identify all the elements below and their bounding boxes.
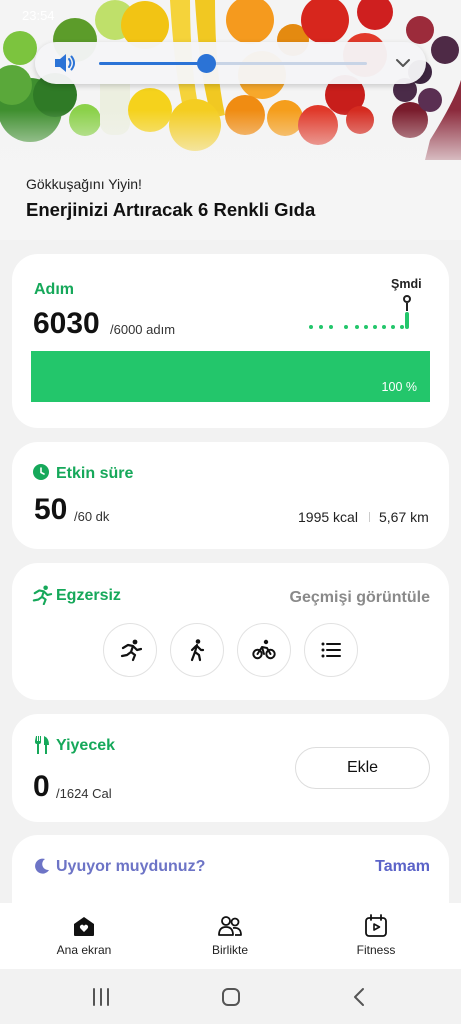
steps-progress-bar: 100 % [31,351,430,402]
moon-icon [35,858,49,874]
step-timeline-chart [309,312,409,329]
view-history-link[interactable]: Geçmişi görüntüle [290,589,430,607]
nav-fitness-label: Fitness [356,943,396,957]
nav-together-label: Birlikte [211,943,248,957]
speaker-icon[interactable] [53,52,77,74]
clock-icon [33,464,49,480]
running-icon [120,639,142,662]
active-time-card[interactable]: Etkin süre 50 /60 dk 1995 kcal 5,67 km [12,442,449,549]
ok-link[interactable]: Tamam [375,858,430,876]
food-goal: /1624 Cal [56,786,112,801]
system-navigation-bar [0,969,461,1024]
exercise-label: Egzersiz [56,587,121,604]
fork-knife-icon [35,736,49,754]
back-icon[interactable] [348,986,372,1008]
food-label: Yiyecek [56,737,116,754]
nav-home[interactable]: Ana ekran [24,913,144,957]
steps-card[interactable]: Adım 6030 /6000 adım Şmdi 100 % [12,254,449,428]
nav-fitness[interactable]: Fitness [316,913,436,957]
article-banner[interactable]: 23:54 Gökkuşağını Yiyin! Enerjinizi Artı… [0,0,461,240]
chevron-down-icon[interactable] [393,53,413,73]
volume-slider[interactable] [99,54,367,73]
steps-goal: /6000 adım [110,322,176,337]
active-time-goal: /60 dk [74,509,110,524]
now-label: Şmdi [391,277,422,291]
home-icon [74,917,94,936]
running-button[interactable] [103,623,157,677]
food-value: 0 [33,770,50,803]
recent-apps-icon[interactable] [89,986,113,1008]
volume-fill [99,62,207,65]
list-icon [321,642,341,658]
fitness-icon [365,914,387,937]
steps-label: Adım [34,281,74,298]
steps-value: 6030 [33,307,100,340]
distance-value: 5,67 km [379,509,429,525]
nav-together[interactable]: Birlikte [170,913,290,957]
more-exercises-button[interactable] [304,623,358,677]
active-time-value: 50 [34,493,68,526]
cycling-button[interactable] [237,623,291,677]
home-button-icon[interactable] [219,986,243,1008]
people-icon [218,916,242,936]
cycling-icon [252,639,276,660]
now-marker [403,295,411,303]
volume-slider-thumb[interactable] [197,54,217,73]
exercise-card[interactable]: Egzersiz Geçmişi görüntüle [12,563,449,700]
steps-progress-fill [31,351,430,402]
bottom-navigation: Ana ekran Birlikte Fitness [0,903,461,969]
walking-button[interactable] [170,623,224,677]
steps-progress-text: 100 % [381,380,417,394]
calories-value: 1995 kcal [298,509,358,525]
volume-panel [35,42,426,84]
food-card[interactable]: Yiyecek 0 /1624 Cal Ekle [12,714,449,822]
status-time: 23:54 [22,8,55,23]
nav-home-label: Ana ekran [56,943,112,957]
active-time-label: Etkin süre [56,465,134,482]
banner-subtitle: Gökkuşağını Yiyin! [26,176,142,192]
banner-title: Enerjinizi Artıracak 6 Renkli Gıda [26,199,316,220]
add-food-button[interactable]: Ekle [295,747,430,789]
walking-icon [190,639,205,662]
sleep-question: Uyuyor muydunuz? [56,858,206,875]
running-icon [32,585,53,605]
